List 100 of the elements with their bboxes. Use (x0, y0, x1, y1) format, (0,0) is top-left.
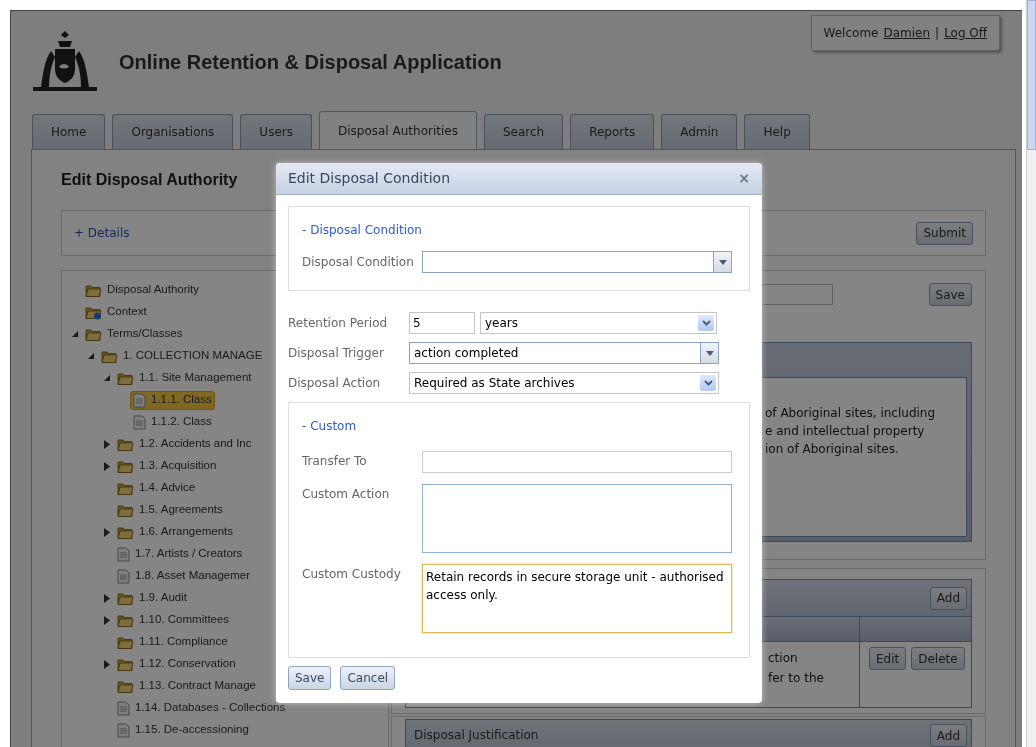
expand-arrow-icon[interactable] (104, 659, 110, 669)
description-text: of Aboriginal sites, including (765, 405, 937, 422)
nav-tab[interactable]: Organisations (112, 114, 234, 149)
tree-item[interactable]: 1.4. Advice (114, 478, 199, 498)
folder-icon (117, 436, 134, 452)
expand-arrow-icon[interactable] (104, 615, 110, 625)
save-button[interactable]: Save (928, 283, 972, 306)
condition-text: ction fer to the (768, 650, 825, 687)
folder-icon (101, 348, 118, 364)
section-title: Disposal Justification (414, 728, 539, 742)
scrollbar[interactable] (1026, 0, 1036, 747)
text-field[interactable] (422, 451, 732, 473)
tree-item[interactable]: 1.7. Artists / Creators (114, 544, 246, 564)
nav-tab[interactable]: Admin (661, 114, 738, 149)
document-icon (117, 546, 130, 562)
document-icon (117, 568, 130, 584)
edit-button[interactable]: Edit (869, 647, 907, 670)
collapse-arrow-icon[interactable] (71, 330, 79, 338)
nav-tab[interactable]: Search (483, 114, 564, 149)
trigger-combo[interactable]: action completed (409, 342, 719, 364)
expand-arrow-icon[interactable] (104, 439, 110, 449)
dropdown-icon[interactable] (713, 252, 731, 272)
folder-icon (117, 678, 134, 694)
dropdown-icon[interactable] (700, 343, 718, 363)
document-icon (117, 722, 130, 738)
save-button[interactable]: Save (288, 666, 332, 690)
app-title: Online Retention & Disposal Application (119, 50, 502, 75)
unit-select[interactable]: years (480, 312, 717, 334)
folder-icon (85, 282, 102, 298)
tree-item[interactable]: 1.8. Asset Managemer (114, 566, 254, 586)
nav-tab[interactable]: Help (744, 114, 810, 149)
nav-tab[interactable]: Reports (570, 114, 655, 149)
field-label: Disposal Action (288, 375, 382, 392)
description-text: ion of Aboriginal sites. (765, 441, 900, 458)
field-label: Transfer To (302, 453, 368, 470)
folder-icon (117, 370, 134, 386)
field-label: Disposal Condition (302, 254, 415, 271)
folder-icon (117, 502, 134, 518)
tree-item[interactable]: 1.11. Compliance (114, 632, 231, 652)
collapse-arrow-icon[interactable] (87, 352, 95, 360)
expand-arrow-icon[interactable] (104, 527, 110, 537)
number-field[interactable]: 5 (409, 312, 475, 334)
add-button[interactable]: Add (929, 724, 967, 747)
tree-item[interactable]: Context (82, 302, 150, 322)
expand-arrow-icon[interactable] (104, 593, 110, 603)
tree-item[interactable]: 1.14. Databases - Collections (114, 698, 289, 718)
collapse-arrow-icon[interactable] (103, 374, 111, 382)
nav-tab[interactable]: Users (240, 114, 312, 149)
folder-icon (117, 480, 134, 496)
dropdown-icon[interactable] (700, 375, 716, 391)
section-toggle-link[interactable]: - Custom (302, 419, 357, 433)
details-link[interactable]: + Details (74, 224, 130, 242)
tree-item[interactable]: 1.3. Acquisition (114, 456, 220, 476)
tree-item[interactable]: 1.9. Audit (114, 588, 190, 608)
nav-tab[interactable]: Disposal Authorities (318, 111, 477, 149)
welcome-text: Welcome (823, 25, 879, 42)
field-label: Disposal Trigger (288, 345, 385, 362)
folder-icon (117, 612, 134, 628)
action-select[interactable]: Required as State archives (409, 372, 719, 394)
tree-item[interactable]: Terms/Classes (82, 324, 186, 344)
folder-icon (85, 326, 102, 342)
tree-item[interactable]: 1.15. De-accessioning (114, 720, 252, 740)
dialog-title: Edit Disposal Condition (288, 169, 450, 188)
cancel-button[interactable]: Cancel (340, 666, 396, 690)
folder-icon (117, 590, 134, 606)
folder-icon (117, 634, 134, 650)
text-area[interactable]: Retain records in secure storage unit - authorised access only. (422, 564, 732, 633)
tree-item[interactable]: 1.2. Accidents and Inc (114, 434, 255, 454)
document-icon (117, 700, 130, 716)
description-text: e and intellectual property (765, 423, 926, 440)
field-label: Retention Period (288, 315, 389, 332)
tree-item[interactable]: 1.1.2. Class (130, 412, 215, 432)
tree-item[interactable]: 1.12. Conservation (114, 654, 239, 674)
folder-icon (117, 524, 134, 540)
logoff-link[interactable]: Log Off (944, 24, 988, 42)
tree-item[interactable]: 1. COLLECTION MANAGE (98, 346, 266, 366)
delete-button[interactable]: Delete (911, 647, 965, 670)
tree-item[interactable]: 1.6. Arrangements (114, 522, 236, 542)
dropdown-icon[interactable] (698, 315, 714, 331)
user-link[interactable]: Damien (883, 24, 931, 42)
separator-text: | (935, 25, 940, 42)
section-toggle-link[interactable]: - Disposal Condition (302, 223, 422, 237)
tree-item[interactable]: 1.10. Committees (114, 610, 233, 630)
add-button[interactable]: Add (929, 586, 967, 610)
tree-item[interactable]: 1.5. Agreements (114, 500, 226, 520)
tree-item[interactable]: 1.13. Contract Manage (114, 676, 259, 696)
folder-icon (117, 656, 134, 672)
nav-tab[interactable]: Home (32, 114, 106, 149)
field-label: Custom Action (302, 486, 391, 503)
document-icon (133, 392, 146, 408)
tree-item[interactable]: 1.1.1. Class (130, 390, 215, 410)
tree-item[interactable]: 1.1. Site Management (114, 368, 255, 388)
tree-item[interactable]: Disposal Authority (82, 280, 203, 300)
close-button[interactable]: × (738, 168, 750, 189)
document-icon (133, 414, 146, 430)
submit-button[interactable]: Submit (916, 221, 973, 245)
folder-info-icon (85, 304, 102, 320)
field-label: Custom Custody (302, 566, 402, 583)
folder-icon (117, 458, 134, 474)
expand-arrow-icon[interactable] (104, 461, 110, 471)
